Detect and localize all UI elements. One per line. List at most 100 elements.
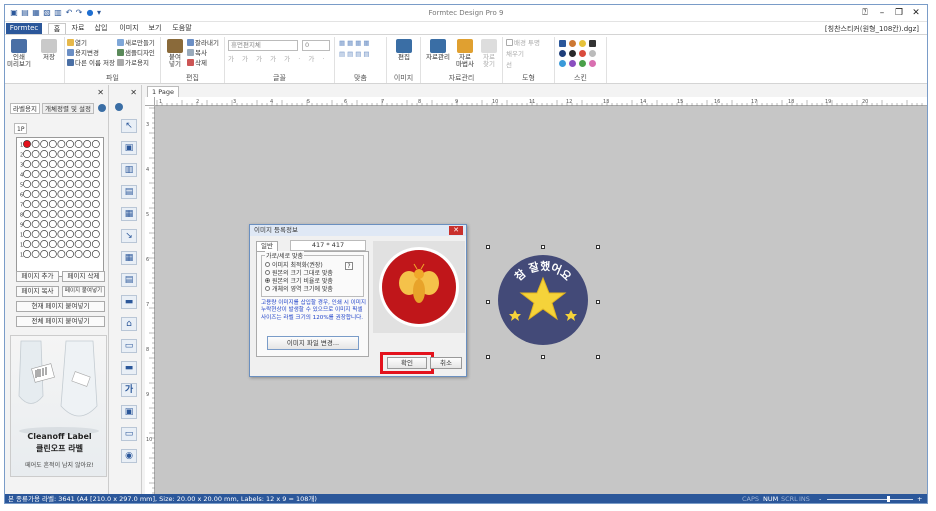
label-cell[interactable] [66,140,74,148]
label-cell[interactable] [40,170,49,178]
label-cell[interactable] [91,200,100,208]
label-cell[interactable] [40,150,49,158]
label-cell[interactable] [74,240,83,248]
label-cell[interactable] [40,220,49,228]
image-edit-button[interactable]: 편집 [394,39,414,61]
label-cell[interactable] [40,180,49,188]
save-as-button[interactable]: 다른 이름 저장 [67,59,115,68]
skin-swatch-gray[interactable] [589,50,596,57]
label-cell[interactable] [31,250,40,258]
label-cell[interactable] [83,210,92,218]
label-cell[interactable] [91,240,100,248]
label-cell[interactable] [31,200,40,208]
label-cell[interactable] [23,250,31,258]
tab-image[interactable]: 이미지 [116,23,142,34]
copy-button[interactable]: 복사 [187,49,207,58]
label-cell[interactable] [83,190,92,198]
label-cell[interactable] [91,220,100,228]
data-wizard-button[interactable]: 자료 마법사 [455,39,475,68]
data-find-button[interactable]: 자료 찾기 [479,39,499,68]
label-cell[interactable] [48,190,57,198]
bar-tool-icon[interactable]: ▬ [121,361,137,375]
copy-page-button[interactable]: 페이지 복사 [16,286,59,297]
skin-swatch-purple[interactable] [569,60,576,67]
label-cell[interactable] [91,140,100,148]
page-tab-1p[interactable]: 1P [14,123,28,134]
settings-icon[interactable] [98,104,106,112]
label-cell[interactable] [74,190,83,198]
sample-design-button[interactable]: 샘플디자인 [117,49,155,58]
radio-original-ratio[interactable]: 원본의 크기 비율로 맞춤 [265,278,333,286]
label-cell[interactable] [66,220,74,228]
label-cell[interactable] [23,200,31,208]
resize-handle-n[interactable] [541,245,545,249]
label-cell[interactable] [57,160,66,168]
label-cell[interactable] [91,250,100,258]
label-cell[interactable] [74,140,83,148]
label-cell[interactable] [40,240,49,248]
new-button[interactable]: 새로만들기 [117,39,155,48]
label-cell[interactable] [48,140,57,148]
line-button[interactable]: 선 [506,61,512,70]
paste-all-pages-button[interactable]: 전체 페이지 붙여넣기 [16,316,105,327]
label-cell[interactable] [74,170,83,178]
resize-handle-e[interactable] [596,300,600,304]
doc-tab-page1[interactable]: 1 Page [147,86,179,97]
skin-swatch-star[interactable] [579,40,586,47]
help-icon[interactable]: ? [345,262,353,270]
data-manage-button[interactable]: 자료관리 [425,39,451,61]
label-cell[interactable] [66,210,74,218]
tab-label-paper[interactable]: 라벨용지 [10,103,40,114]
label-cell[interactable] [83,200,92,208]
crop-tool-icon[interactable]: ▣ [121,141,137,155]
label-cell[interactable] [57,150,66,158]
label-cell[interactable] [23,210,31,218]
paste-button[interactable]: 붙여 넣기 [165,39,185,68]
label-cell[interactable] [23,190,31,198]
label-cell[interactable] [57,180,66,188]
skin-swatch-black[interactable] [569,50,576,57]
align-buttons-row2[interactable]: ▤▤▤▤ [339,50,372,59]
label-cell[interactable] [74,250,83,258]
skin-swatch-navy[interactable] [559,50,566,57]
house-tool-icon[interactable]: ⌂ [121,317,137,331]
label-cell[interactable] [31,230,40,238]
label-cell[interactable] [66,250,74,258]
close-button[interactable]: ✕ [908,7,924,19]
label-cell[interactable] [74,180,83,188]
label-cell[interactable] [83,220,92,228]
circle-tool-icon[interactable]: ◉ [121,449,137,463]
cleanoff-ad-banner[interactable]: Cleanoff Label 클린오프 라벨 떼어도 흔적이 남지 않아요! [10,335,107,477]
help-window-icon[interactable]: ⍰ [857,7,873,19]
label-cell[interactable] [83,240,92,248]
label-cell[interactable] [48,250,57,258]
label-sheet-preview[interactable]: 1 2 3 4 5 6 7 8 9 10 11 12 [16,137,104,277]
label-cell[interactable] [83,230,92,238]
skin-swatch-orange[interactable] [569,40,576,47]
select-tool-icon[interactable]: ↖ [121,119,137,133]
toolbar-close-icon[interactable]: ✕ [130,88,137,97]
paste-page-button[interactable]: 페이지 붙여넣기 [62,286,105,297]
label-cell[interactable] [31,160,40,168]
label-cell[interactable] [23,230,31,238]
radio-object-area[interactable]: 개체의 영역 크기에 맞춤 [265,286,333,294]
print-preview-button[interactable]: 인쇄 미리보기 [7,39,31,68]
skin-swatch-sky[interactable] [559,60,566,67]
toolbar-settings-icon[interactable] [115,103,123,111]
label-cell[interactable] [91,180,100,188]
label-cell[interactable] [23,240,31,248]
label-cell[interactable] [31,170,40,178]
grid-tool-icon[interactable]: ▦ [121,251,137,265]
save-button[interactable]: 저장 [39,39,59,61]
label-cell[interactable] [83,180,92,188]
font-name-combo[interactable]: 휴먼편지체 [228,40,298,51]
list-tool-icon[interactable]: ▤ [121,273,137,287]
sticker-object[interactable]: 참 잘했어요 [495,252,591,348]
label-cell[interactable] [74,160,83,168]
skin-swatch-red[interactable] [579,50,586,57]
label-cell[interactable] [66,160,74,168]
delete-page-button[interactable]: 페이지 삭제 [62,271,105,282]
label-cell[interactable] [23,170,31,178]
label-cell[interactable] [57,210,66,218]
label-cell[interactable] [83,140,92,148]
